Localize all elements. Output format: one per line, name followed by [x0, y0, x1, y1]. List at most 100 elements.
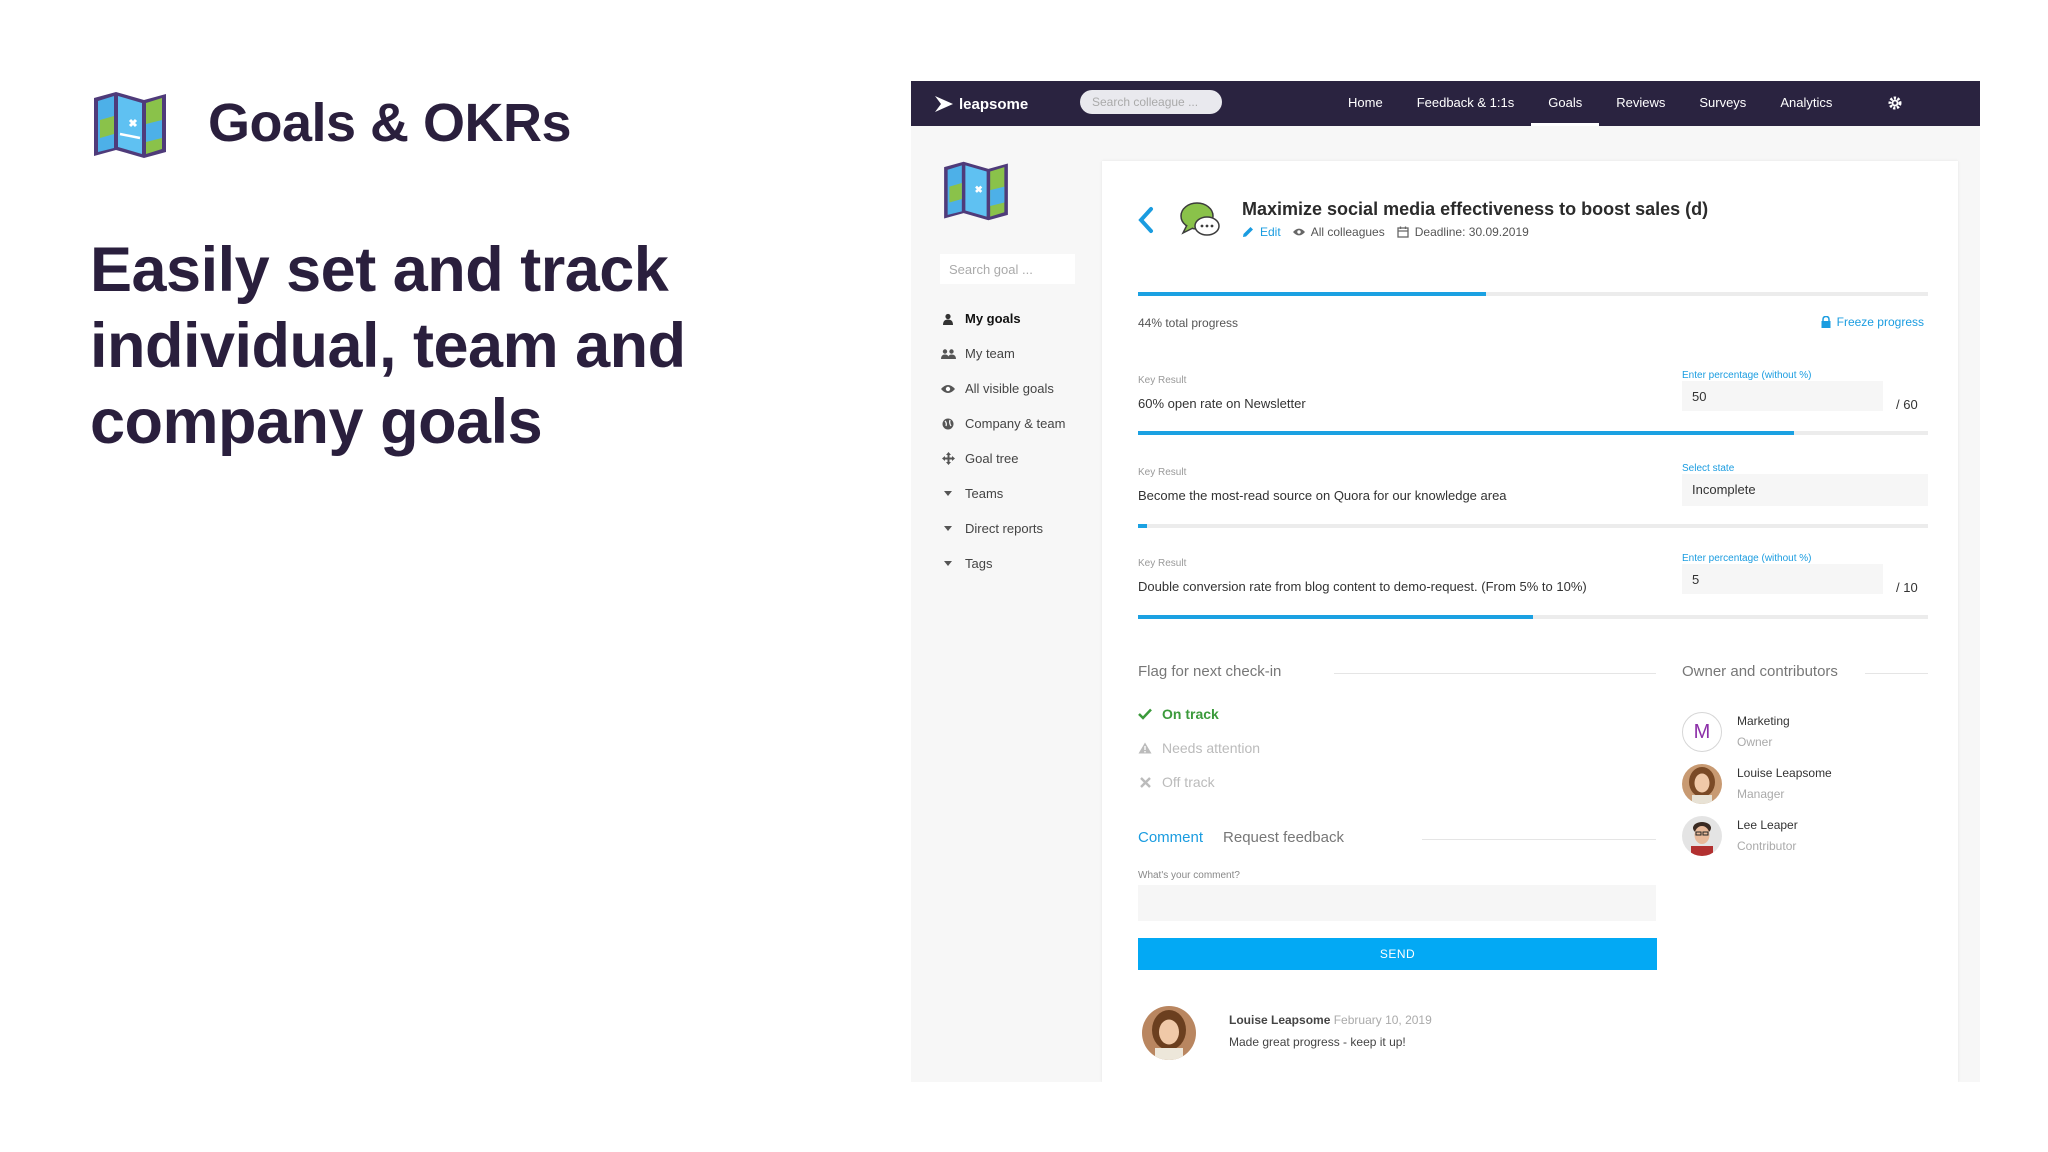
back-chevron-icon[interactable] [1136, 205, 1156, 235]
caret-down-icon [940, 556, 956, 572]
comment-text: Made great progress - keep it up! [1229, 1035, 1406, 1049]
kr-percentage-input[interactable] [1682, 564, 1883, 594]
divider [1865, 673, 1928, 674]
app-window: leapsome Home Feedback & 1:1s Goals Revi… [911, 81, 1980, 1082]
sidebar-item-tags[interactable]: Tags [940, 546, 1065, 581]
owners-heading: Owner and contributors [1682, 663, 1838, 680]
avatar [1682, 816, 1722, 856]
sidebar-item-company-team[interactable]: Company & team [940, 406, 1065, 441]
total-progress-text: 44% total progress [1138, 316, 1239, 330]
sidebar-item-my-goals[interactable]: My goals [940, 301, 1065, 336]
caret-down-icon [940, 486, 956, 502]
colleague-search-input[interactable] [1080, 90, 1222, 114]
flag-label: On track [1162, 706, 1219, 722]
send-button[interactable]: SEND [1138, 938, 1657, 970]
nav-analytics[interactable]: Analytics [1763, 81, 1849, 126]
sidebar-item-label: Direct reports [965, 521, 1044, 536]
total-progress-bar [1138, 292, 1928, 296]
total-progress-fill [1138, 292, 1486, 296]
owner-role: Owner [1737, 735, 1773, 749]
checkin-heading: Flag for next check-in [1138, 663, 1282, 680]
nav-reviews[interactable]: Reviews [1599, 81, 1682, 126]
kr-progress-bar [1138, 524, 1928, 528]
avatar: M [1682, 712, 1722, 752]
edit-link[interactable]: Edit [1260, 225, 1281, 239]
caret-down-icon [940, 521, 956, 537]
owner-info: Louise Leapsome Manager [1737, 763, 1832, 805]
users-icon [940, 346, 956, 362]
main-nav: Home Feedback & 1:1s Goals Reviews Surve… [1331, 81, 1849, 126]
kr-progress-fill [1138, 615, 1533, 619]
owner-name: Louise Leapsome [1737, 766, 1832, 780]
kr-progress-fill [1138, 431, 1794, 435]
sidebar-item-direct-reports[interactable]: Direct reports [940, 511, 1065, 546]
sidebar-item-my-team[interactable]: My team [940, 336, 1065, 371]
comment-input-label: What's your comment? [1138, 870, 1240, 881]
check-icon [1138, 707, 1152, 721]
goal-search-input[interactable] [940, 254, 1075, 284]
kr-progress-fill [1138, 524, 1148, 528]
leapsome-logo[interactable]: leapsome [933, 91, 1028, 117]
kr-progress-bar [1138, 615, 1928, 619]
nav-feedback[interactable]: Feedback & 1:1s [1400, 81, 1532, 126]
eye-icon [1292, 228, 1305, 236]
comment-author-avatar [1142, 1006, 1196, 1060]
hero-tagline: Easily set and track individual, team an… [90, 232, 790, 460]
sidebar-item-goal-tree[interactable]: Goal tree [940, 441, 1065, 476]
owner-item[interactable]: Lee Leaper Contributor [1682, 815, 1798, 857]
map-logo-icon [94, 92, 166, 158]
close-icon [1138, 775, 1152, 789]
flag-on-track[interactable]: On track [1138, 706, 1219, 722]
sidebar-item-label: Tags [965, 556, 993, 571]
owner-item[interactable]: M Marketing Owner [1682, 711, 1790, 753]
comment-tabs: Comment Request feedback [1138, 829, 1344, 846]
owner-role: Manager [1737, 787, 1785, 801]
tagline-line-1: Easily set and track [90, 235, 669, 305]
kr-input-label: Enter percentage (without %) [1682, 370, 1812, 381]
nav-surveys[interactable]: Surveys [1682, 81, 1763, 126]
owner-name: Lee Leaper [1737, 818, 1798, 832]
divider [1422, 839, 1656, 840]
owner-info: Lee Leaper Contributor [1737, 815, 1798, 857]
nav-home[interactable]: Home [1331, 81, 1400, 126]
flag-label: Needs attention [1162, 740, 1261, 756]
eye-icon [940, 381, 956, 397]
sidebar-item-label: Company & team [965, 416, 1066, 431]
key-result-text: Double conversion rate from blog content… [1138, 579, 1587, 594]
kr-target-text: / 60 [1896, 397, 1918, 412]
owner-item[interactable]: Louise Leapsome Manager [1682, 763, 1832, 805]
freeze-progress-button[interactable]: Freeze progress [1821, 315, 1924, 329]
gear-icon[interactable] [1887, 95, 1903, 111]
warning-icon [1138, 741, 1152, 755]
owner-role: Contributor [1737, 839, 1797, 853]
key-result-label: Key Result [1138, 558, 1187, 569]
calendar-icon [1397, 226, 1409, 238]
user-icon [940, 311, 956, 327]
sidebar-item-all-visible-goals[interactable]: All visible goals [940, 371, 1065, 406]
sidebar: My goals My team All visible goals Compa… [911, 126, 1101, 1082]
owner-info: Marketing Owner [1737, 711, 1790, 753]
flag-off-track[interactable]: Off track [1138, 774, 1215, 790]
nav-goals[interactable]: Goals [1531, 81, 1600, 126]
goal-title: Maximize social media effectiveness to b… [1242, 199, 1709, 219]
brand-name: leapsome [959, 95, 1029, 113]
kr-input-label: Enter percentage (without %) [1682, 553, 1812, 564]
flag-needs-attention[interactable]: Needs attention [1138, 740, 1260, 756]
sidebar-item-label: All visible goals [965, 381, 1054, 396]
comment-input[interactable] [1138, 885, 1656, 921]
kr-state-select[interactable]: Incomplete [1682, 474, 1928, 506]
kr-progress-bar [1138, 431, 1928, 435]
sidebar-item-teams[interactable]: Teams [940, 476, 1065, 511]
tagline-line-3: company goals [90, 387, 543, 457]
sidebar-item-label: Teams [965, 486, 1004, 501]
key-result-label: Key Result [1138, 467, 1187, 478]
top-navbar: leapsome Home Feedback & 1:1s Goals Revi… [911, 81, 1980, 126]
owner-name: Marketing [1737, 714, 1790, 728]
key-result-text: Become the most-read source on Quora for… [1138, 488, 1507, 503]
tab-request-feedback[interactable]: Request feedback [1223, 829, 1344, 846]
comment-date: February 10, 2019 [1333, 1013, 1432, 1027]
tab-comment[interactable]: Comment [1138, 829, 1203, 846]
kr-percentage-input[interactable] [1682, 381, 1883, 411]
hero-title: Goals & OKRs [208, 93, 572, 153]
comment-author-name: Louise Leapsome [1229, 1013, 1331, 1027]
